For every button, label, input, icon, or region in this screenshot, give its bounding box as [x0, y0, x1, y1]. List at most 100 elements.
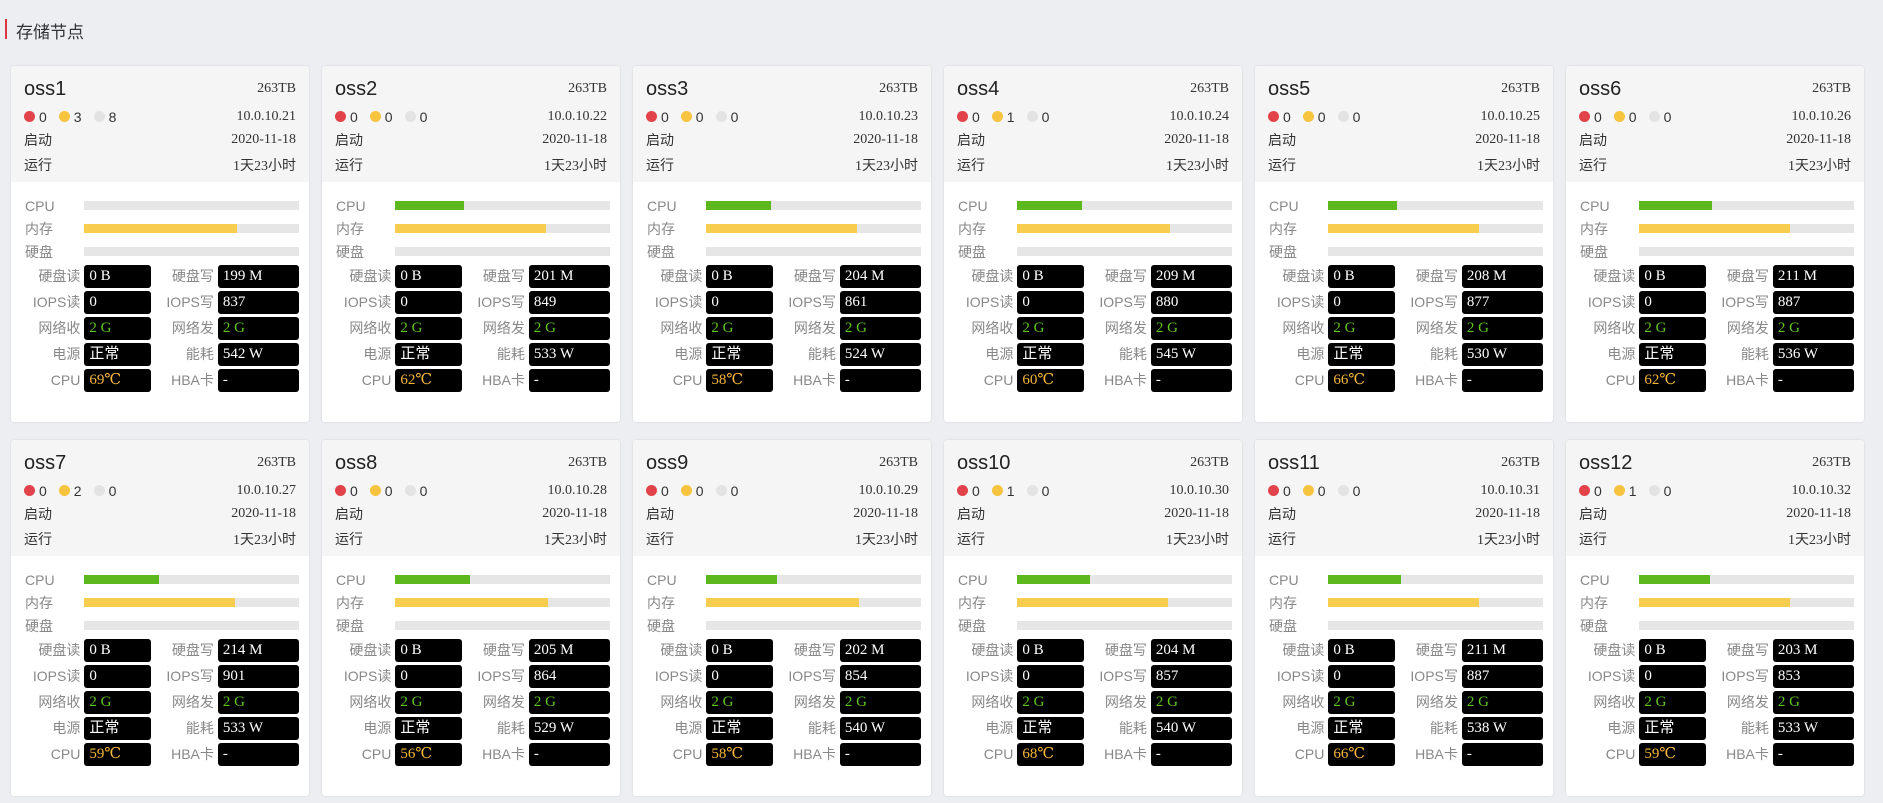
- mem-usage-row: 内存: [1580, 217, 1854, 240]
- hba-value: -: [1461, 742, 1543, 766]
- iops-write-value: 887: [1772, 290, 1854, 314]
- stat-row: 电源 正常 能耗 536 W: [1580, 341, 1854, 367]
- alert-counts[interactable]: 0 3 8: [24, 109, 128, 125]
- warning-alert-dot-icon: [58, 111, 70, 122]
- node-capacity: 263TB: [879, 455, 918, 470]
- uptime-label: 运行: [957, 156, 985, 173]
- power-label: 电源: [674, 720, 703, 736]
- disk-write-label: 硬盘写: [1104, 268, 1147, 284]
- hba-value: -: [1772, 368, 1854, 392]
- stat-row: 电源 正常 能耗 538 W: [1269, 715, 1543, 741]
- warning-alert-dot-icon: [369, 485, 381, 496]
- node-ip: 10.0.10.29: [858, 482, 919, 498]
- node-card[interactable]: oss12 263TB 0 1 0 10.0.10.32 启动 2020-11-…: [1566, 440, 1864, 796]
- start-date: 2020-11-18: [1475, 131, 1540, 147]
- alert-counts[interactable]: 0 1 0: [957, 483, 1061, 499]
- alert-counts[interactable]: 0 0 0: [1268, 109, 1372, 125]
- critical-alert-dot-icon: [24, 485, 35, 496]
- alert-counts[interactable]: 0 2 0: [24, 483, 128, 499]
- net-out-value: 2 G: [1150, 316, 1232, 340]
- alert-counts[interactable]: 0 1 0: [957, 109, 1061, 125]
- energy-value: 524 W: [839, 342, 921, 366]
- critical-alert-count: 0: [350, 108, 358, 125]
- cpu-usage-fill: [84, 575, 160, 584]
- uptime-label: 运行: [335, 530, 363, 547]
- mem-usage-label: 内存: [1269, 220, 1297, 237]
- node-metrics: CPU 内存 硬盘 硬盘读 0 B 硬盘写 199 M IOPS读 0 IOPS…: [11, 182, 309, 393]
- start-date: 2020-11-18: [231, 505, 296, 521]
- disk-write-value: 203 M: [1772, 638, 1854, 662]
- node-summary: oss5 263TB 0 0 0 10.0.10.25 启动 2020-11-1…: [1255, 66, 1553, 182]
- hba-label: HBA卡: [793, 372, 836, 388]
- cpu-usage-row: CPU: [1580, 568, 1854, 591]
- node-metrics: CPU 内存 硬盘 硬盘读 0 B 硬盘写 209 M IOPS读 0 IOPS…: [944, 182, 1242, 393]
- disk-usage-bar: [1017, 621, 1232, 630]
- node-metrics: CPU 内存 硬盘 硬盘读 0 B 硬盘写 204 M IOPS读 0 IOPS…: [944, 556, 1242, 767]
- critical-alert-dot-icon: [957, 111, 968, 122]
- node-card[interactable]: oss4 263TB 0 1 0 10.0.10.24 启动 2020-11-1…: [944, 66, 1242, 422]
- disk-write-value: 211 M: [1772, 264, 1854, 288]
- disk-usage-bar: [706, 621, 921, 630]
- mem-usage-row: 内存: [336, 591, 610, 614]
- alert-counts[interactable]: 0 0 0: [1268, 483, 1372, 499]
- info-alert-dot-icon: [93, 111, 105, 122]
- alert-counts[interactable]: 0 1 0: [1579, 483, 1683, 499]
- node-card[interactable]: oss2 263TB 0 0 0 10.0.10.22 启动 2020-11-1…: [322, 66, 620, 422]
- node-card[interactable]: oss1 263TB 0 3 8 10.0.10.21 启动 2020-11-1…: [11, 66, 309, 422]
- net-in-label: 网络收: [1282, 320, 1325, 336]
- iops-read-value: 0: [1328, 290, 1395, 314]
- disk-write-label: 硬盘写: [1726, 642, 1769, 658]
- cpu-usage-bar: [1017, 201, 1232, 210]
- stat-row: IOPS读 0 IOPS写 854: [647, 663, 921, 689]
- cpu-temp-value: 58℃: [706, 742, 773, 766]
- alert-counts[interactable]: 0 0 0: [335, 483, 439, 499]
- info-alert-count: 0: [1041, 482, 1050, 499]
- node-card[interactable]: oss8 263TB 0 0 0 10.0.10.28 启动 2020-11-1…: [322, 440, 620, 796]
- warning-alert-dot-icon: [680, 111, 692, 122]
- node-metrics: CPU 内存 硬盘 硬盘读 0 B 硬盘写 205 M IOPS读 0 IOPS…: [322, 556, 620, 767]
- cpu-usage-fill: [1328, 575, 1402, 584]
- alert-counts[interactable]: 0 0 0: [1579, 109, 1683, 125]
- cpu-temp-label: CPU: [361, 372, 392, 388]
- cpu-temp-value: 66℃: [1328, 742, 1395, 766]
- disk-usage-label: 硬盘: [1269, 617, 1297, 634]
- net-in-label: 网络收: [660, 320, 703, 336]
- energy-label: 能耗: [1740, 346, 1769, 362]
- hba-value: -: [528, 742, 610, 766]
- stat-row: 网络收 2 G 网络发 2 G: [647, 315, 921, 341]
- warning-alert-dot-icon: [1613, 111, 1625, 122]
- node-capacity: 263TB: [1501, 455, 1540, 470]
- mem-usage-label: 内存: [336, 220, 364, 237]
- critical-alert-dot-icon: [335, 485, 346, 496]
- stat-row: 硬盘读 0 B 硬盘写 204 M: [647, 263, 921, 289]
- power-status-value: 正常: [1017, 342, 1084, 366]
- start-label: 启动: [957, 505, 985, 522]
- alert-counts[interactable]: 0 0 0: [335, 109, 439, 125]
- stat-row: 硬盘读 0 B 硬盘写 211 M: [1580, 263, 1854, 289]
- disk-usage-row: 硬盘: [1580, 614, 1854, 637]
- node-card[interactable]: oss10 263TB 0 1 0 10.0.10.30 启动 2020-11-…: [944, 440, 1242, 796]
- disk-read-value: 0 B: [395, 638, 462, 662]
- node-card[interactable]: oss7 263TB 0 2 0 10.0.10.27 启动 2020-11-1…: [11, 440, 309, 796]
- cpu-usage-bar: [706, 201, 921, 210]
- alert-counts[interactable]: 0 0 0: [646, 109, 750, 125]
- node-capacity: 263TB: [568, 81, 607, 96]
- info-alert-dot-icon: [715, 111, 727, 122]
- node-card[interactable]: oss3 263TB 0 0 0 10.0.10.23 启动 2020-11-1…: [633, 66, 931, 422]
- disk-read-label: 硬盘读: [1282, 642, 1325, 658]
- start-date: 2020-11-18: [1164, 505, 1229, 521]
- alert-counts[interactable]: 0 0 0: [646, 483, 750, 499]
- node-card[interactable]: oss11 263TB 0 0 0 10.0.10.31 启动 2020-11-…: [1255, 440, 1553, 796]
- node-card[interactable]: oss5 263TB 0 0 0 10.0.10.25 启动 2020-11-1…: [1255, 66, 1553, 422]
- disk-usage-label: 硬盘: [25, 617, 53, 634]
- cpu-usage-label: CPU: [1580, 571, 1610, 588]
- net-out-label: 网络发: [1726, 320, 1769, 336]
- net-in-value: 2 G: [1328, 316, 1395, 340]
- stat-row: 网络收 2 G 网络发 2 G: [1580, 689, 1854, 715]
- iops-write-label: IOPS写: [1721, 294, 1769, 310]
- node-card[interactable]: oss9 263TB 0 0 0 10.0.10.29 启动 2020-11-1…: [633, 440, 931, 796]
- disk-usage-row: 硬盘: [647, 240, 921, 263]
- node-card[interactable]: oss6 263TB 0 0 0 10.0.10.26 启动 2020-11-1…: [1566, 66, 1864, 422]
- iops-read-value: 0: [395, 664, 462, 688]
- cpu-usage-label: CPU: [1580, 197, 1610, 214]
